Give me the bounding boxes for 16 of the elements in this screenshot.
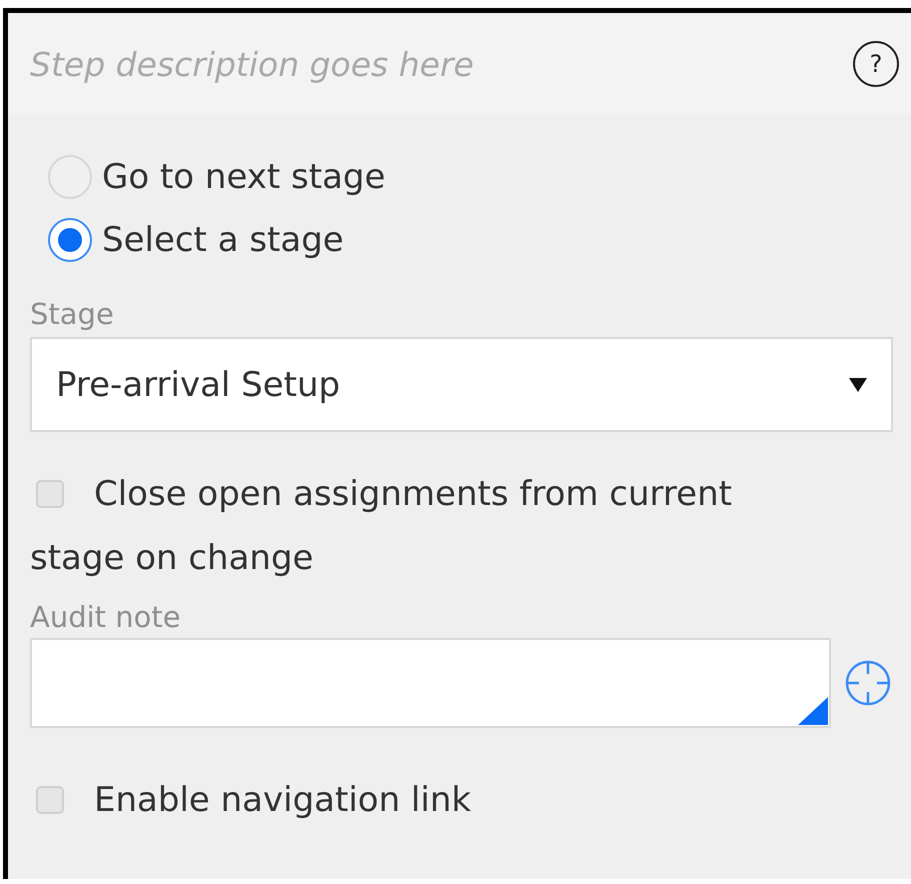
help-button[interactable]: ? (853, 41, 899, 87)
checkbox-label[interactable]: Enable navigation link (30, 768, 820, 832)
field-label: Stage (30, 297, 115, 331)
radio-label[interactable]: Go to next stage (102, 156, 386, 196)
checkbox[interactable] (36, 786, 64, 814)
resize-handle-icon[interactable] (798, 697, 828, 725)
crosshair-icon[interactable] (843, 658, 893, 708)
field-label: Audit note (30, 600, 182, 634)
caret-icon[interactable] (849, 378, 867, 392)
radio-label[interactable]: Select a stage (102, 220, 344, 260)
checkbox[interactable] (36, 480, 64, 508)
checkbox-label[interactable]: Close open assignments from current stage on change (30, 462, 820, 590)
radio-button[interactable] (48, 218, 92, 262)
stage-dropdown[interactable]: Pre-arrival Setup (30, 337, 893, 432)
step-description: Step description goes here (30, 44, 474, 84)
audit-note-field[interactable] (30, 638, 832, 728)
